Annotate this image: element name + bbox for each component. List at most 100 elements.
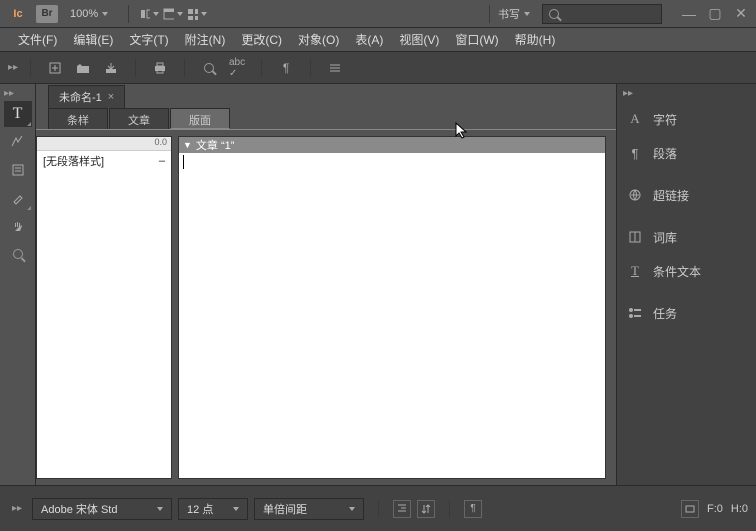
close-button[interactable]: ✕ [734,7,748,21]
app-icon: Ic [8,5,28,23]
height-value: H:0 [731,503,748,515]
collapse-right-icon[interactable]: ▸▸ [617,88,756,102]
collapse-status-icon[interactable]: ▸▸ [8,503,26,514]
editor-header[interactable]: ▼ 文章 “1” [179,137,605,153]
menu-table[interactable]: 表(A) [349,29,389,50]
type-tool-icon[interactable]: T [4,101,32,127]
panel-tasks[interactable]: 任务 [617,296,756,330]
frame-value: F:0 [707,503,723,515]
hand-tool-icon[interactable] [4,213,32,239]
window-controls: — ▢ ✕ [682,7,748,21]
text-cursor [183,155,184,169]
chevron-down-icon [102,12,108,16]
hyperlink-icon [627,187,643,203]
eyedropper-tool-icon[interactable] [4,185,32,211]
zoom-tool-icon[interactable] [4,241,32,267]
note-tool-icon[interactable] [4,157,32,183]
close-tab-icon[interactable]: × [108,91,114,103]
chevron-down-icon [157,507,163,511]
zoom-value: 100% [70,8,98,20]
menu-help[interactable]: 帮助(H) [509,29,562,50]
disclosure-triangle-icon[interactable]: ▼ [183,140,192,150]
zoom-select[interactable]: 100% [70,8,108,20]
tab-article[interactable]: 文章 [109,108,169,129]
panel-hyperlink[interactable]: 超链接 [617,178,756,212]
menu-window[interactable]: 窗口(W) [449,29,504,50]
panel-conditional-text[interactable]: T 条件文本 [617,254,756,288]
line-spacing-select[interactable]: 单倍间距 [254,498,364,520]
panel-label: 超链接 [653,187,689,204]
menu-file[interactable]: 文件(F) [12,29,63,50]
pilcrow-icon[interactable]: ¶ [274,56,298,80]
menu-edit[interactable]: 编辑(E) [67,29,119,50]
sort-icon[interactable] [417,500,435,518]
font-family-value: Adobe 宋体 Std [41,501,117,517]
thesaurus-icon [627,229,643,245]
menu-object[interactable]: 对象(O) [292,29,345,50]
editor-header-label: 文章 “1” [196,137,235,153]
line-spacing-value: 单倍间距 [263,501,307,517]
paragraph-opts-icon[interactable]: ¶ [464,500,482,518]
arrange-icon[interactable] [187,4,207,24]
panel-label: 字符 [653,111,677,128]
font-size-select[interactable]: 12 点 [178,498,248,520]
editor-panel: ▼ 文章 “1” [178,136,606,479]
divider [310,59,311,77]
titlebar: Ic Br 100% 书写 — ▢ ✕ [0,0,756,28]
spellcheck-icon[interactable]: abc✓ [225,56,249,80]
menu-notes[interactable]: 附注(N) [179,29,232,50]
document-tab[interactable]: 未命名-1 × [48,85,125,108]
menu-view[interactable]: 视图(V) [393,29,445,50]
conditional-text-icon: T [627,263,643,279]
view-mode-icon[interactable] [139,4,159,24]
open-icon[interactable] [71,56,95,80]
chevron-down-icon [201,12,207,16]
toolbar: ▸▸ abc✓ ¶ [0,52,756,84]
divider [135,59,136,77]
right-panel: ▸▸ A 字符 ¶ 段落 超链接 词库 T 条件文本 任务 [616,84,756,485]
styles-header: 0.0 [37,137,171,151]
maximize-button[interactable]: ▢ [708,7,722,21]
panel-paragraph[interactable]: ¶ 段落 [617,136,756,170]
frame-icon[interactable] [681,500,699,518]
save-icon[interactable] [99,56,123,80]
document-tabs: 未命名-1 × [36,84,616,108]
search-box[interactable] [542,4,662,24]
panel-thesaurus[interactable]: 词库 [617,220,756,254]
find-icon[interactable] [197,56,221,80]
divider [378,500,379,518]
panel-label: 任务 [653,305,677,322]
editor-body[interactable] [179,153,605,478]
menu-change[interactable]: 更改(C) [235,29,288,50]
style-item-marker: – [159,155,165,167]
new-icon[interactable] [43,56,67,80]
print-icon[interactable] [148,56,172,80]
screen-mode-icon[interactable] [163,4,183,24]
collapse-toolbar-icon[interactable]: ▸▸ [8,62,18,73]
paragraph-style-item[interactable]: [无段落样式] – [37,151,171,171]
collapse-tools-icon[interactable]: ▸▸ [0,88,14,99]
font-family-select[interactable]: Adobe 宋体 Std [32,498,172,520]
workspace-label: 书写 [498,6,520,22]
chevron-down-icon [177,12,183,16]
paragraph-icon: ¶ [627,145,643,161]
menu-lines-icon[interactable] [323,56,347,80]
panel-label: 词库 [653,229,677,246]
panel-character[interactable]: A 字符 [617,102,756,136]
indent-left-icon[interactable] [393,500,411,518]
statusbar: ▸▸ Adobe 宋体 Std 12 点 单倍间距 ¶ F:0 H:0 [0,485,756,531]
tab-styles[interactable]: 条样 [48,108,108,129]
chevron-down-icon [349,507,355,511]
styles-panel: 0.0 [无段落样式] – [36,136,172,479]
minimize-button[interactable]: — [682,7,696,21]
divider [30,59,31,77]
chevron-down-icon [153,12,159,16]
font-size-value: 12 点 [187,501,213,517]
tab-layout[interactable]: 版面 [170,108,230,129]
menu-text[interactable]: 文字(T) [123,29,174,50]
bridge-icon[interactable]: Br [36,5,58,23]
tasks-icon [627,305,643,321]
chevron-down-icon [233,507,239,511]
track-changes-tool-icon[interactable] [4,129,32,155]
workspace-select[interactable]: 书写 [498,6,530,22]
